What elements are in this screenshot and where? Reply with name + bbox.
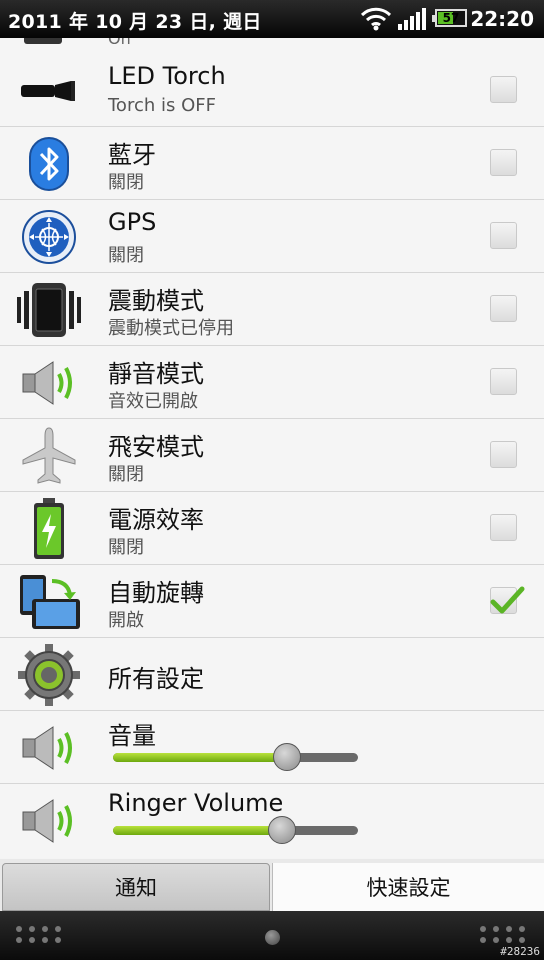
speaker-icon — [14, 354, 84, 412]
setting-title: 電源效率 — [108, 506, 204, 534]
setting-checkbox[interactable] — [490, 586, 525, 614]
battery-icon — [14, 498, 84, 559]
checkmark-icon — [490, 586, 525, 614]
setting-row-airplane[interactable]: 飛安模式 關閉 — [0, 419, 544, 492]
wifi-icon — [360, 7, 392, 31]
bottom-bar: #28236 — [0, 911, 544, 960]
setting-row-led-torch[interactable]: LED Torch Torch is OFF — [0, 54, 544, 127]
signal-icon — [398, 8, 426, 30]
airplane-icon — [14, 427, 84, 485]
setting-title: 自動旋轉 — [108, 579, 204, 607]
ringer-volume-slider-knob[interactable] — [268, 816, 297, 844]
battery-icon: 57 — [432, 9, 467, 27]
setting-title: LED Torch — [108, 62, 226, 90]
setting-row-auto-rotate[interactable]: 自動旋轉 開啟 — [0, 565, 544, 638]
partial-row: On — [0, 38, 544, 55]
ringer-volume-slider[interactable] — [113, 816, 358, 844]
setting-subtitle: Torch is OFF — [108, 95, 216, 116]
volume-label: 音量 — [108, 722, 156, 750]
handle-icon[interactable] — [265, 930, 280, 945]
battery-level: 57 — [442, 11, 460, 25]
setting-row-gps[interactable]: GPS 關閉 — [0, 200, 544, 273]
setting-row-vibrate[interactable]: 震動模式 震動模式已停用 — [0, 273, 544, 346]
setting-subtitle: 關閉 — [108, 464, 144, 485]
torch-icon — [14, 62, 84, 120]
gps-icon — [14, 208, 84, 266]
volume-slider[interactable] — [113, 743, 358, 771]
rotate-icon — [14, 573, 84, 631]
menu-dots-left-icon[interactable] — [16, 926, 62, 943]
setting-subtitle: 音效已開啟 — [108, 391, 198, 412]
vibrate-icon — [14, 281, 84, 339]
setting-subtitle: 震動模式已停用 — [108, 318, 234, 339]
speaker-icon — [14, 792, 84, 850]
setting-subtitle: 開啟 — [108, 610, 144, 631]
bluetooth-icon — [14, 135, 84, 193]
volume-slider-fill — [113, 753, 287, 762]
bottom-tabs: 通知 快速設定 — [0, 859, 544, 911]
setting-checkbox[interactable] — [490, 295, 517, 322]
quick-settings-list: On LED Torch Torch is OFF 藍牙 關閉 GPS 關閉 震… — [0, 38, 544, 858]
status-date: 2011 年 10 月 23 日, 週日 — [8, 11, 262, 33]
status-bar: 2011 年 10 月 23 日, 週日 57 22:20 — [0, 0, 544, 38]
setting-row-ringer-volume: Ringer Volume — [0, 784, 544, 857]
volume-slider-knob[interactable] — [272, 743, 301, 771]
tab-quick-settings[interactable]: 快速設定 — [272, 863, 544, 911]
setting-subtitle: 關閉 — [108, 172, 144, 193]
setting-subtitle: 關閉 — [108, 537, 144, 558]
setting-title: 所有設定 — [108, 665, 204, 693]
partial-row-subtitle: On — [108, 38, 131, 48]
setting-row-all-settings[interactable]: 所有設定 — [0, 638, 544, 711]
setting-checkbox[interactable] — [490, 149, 517, 176]
gear-icon — [14, 644, 84, 706]
setting-title: 震動模式 — [108, 287, 204, 315]
ringer-volume-slider-fill — [113, 826, 283, 835]
setting-title: 飛安模式 — [108, 433, 204, 461]
setting-row-silent[interactable]: 靜音模式 音效已開啟 — [0, 346, 544, 419]
setting-row-volume: 音量 — [0, 711, 544, 784]
setting-checkbox[interactable] — [490, 222, 517, 249]
status-time: 22:20 — [470, 7, 534, 31]
setting-checkbox[interactable] — [490, 441, 517, 468]
setting-checkbox[interactable] — [490, 76, 517, 103]
setting-title: 靜音模式 — [108, 360, 204, 388]
setting-row-power-saver[interactable]: 電源效率 關閉 — [0, 492, 544, 565]
setting-title: GPS — [108, 208, 157, 236]
setting-subtitle: 關閉 — [108, 245, 144, 266]
setting-title: 藍牙 — [108, 141, 156, 169]
menu-dots-right-icon[interactable] — [480, 926, 526, 943]
ringer-volume-label: Ringer Volume — [108, 789, 284, 817]
setting-checkbox[interactable] — [490, 368, 517, 395]
tab-notifications[interactable]: 通知 — [2, 863, 270, 911]
setting-row-bluetooth[interactable]: 藍牙 關閉 — [0, 127, 544, 200]
setting-checkbox[interactable] — [490, 514, 517, 541]
speaker-icon — [14, 719, 84, 777]
watermark: #28236 — [500, 945, 540, 958]
partial-row-icon — [24, 38, 62, 44]
